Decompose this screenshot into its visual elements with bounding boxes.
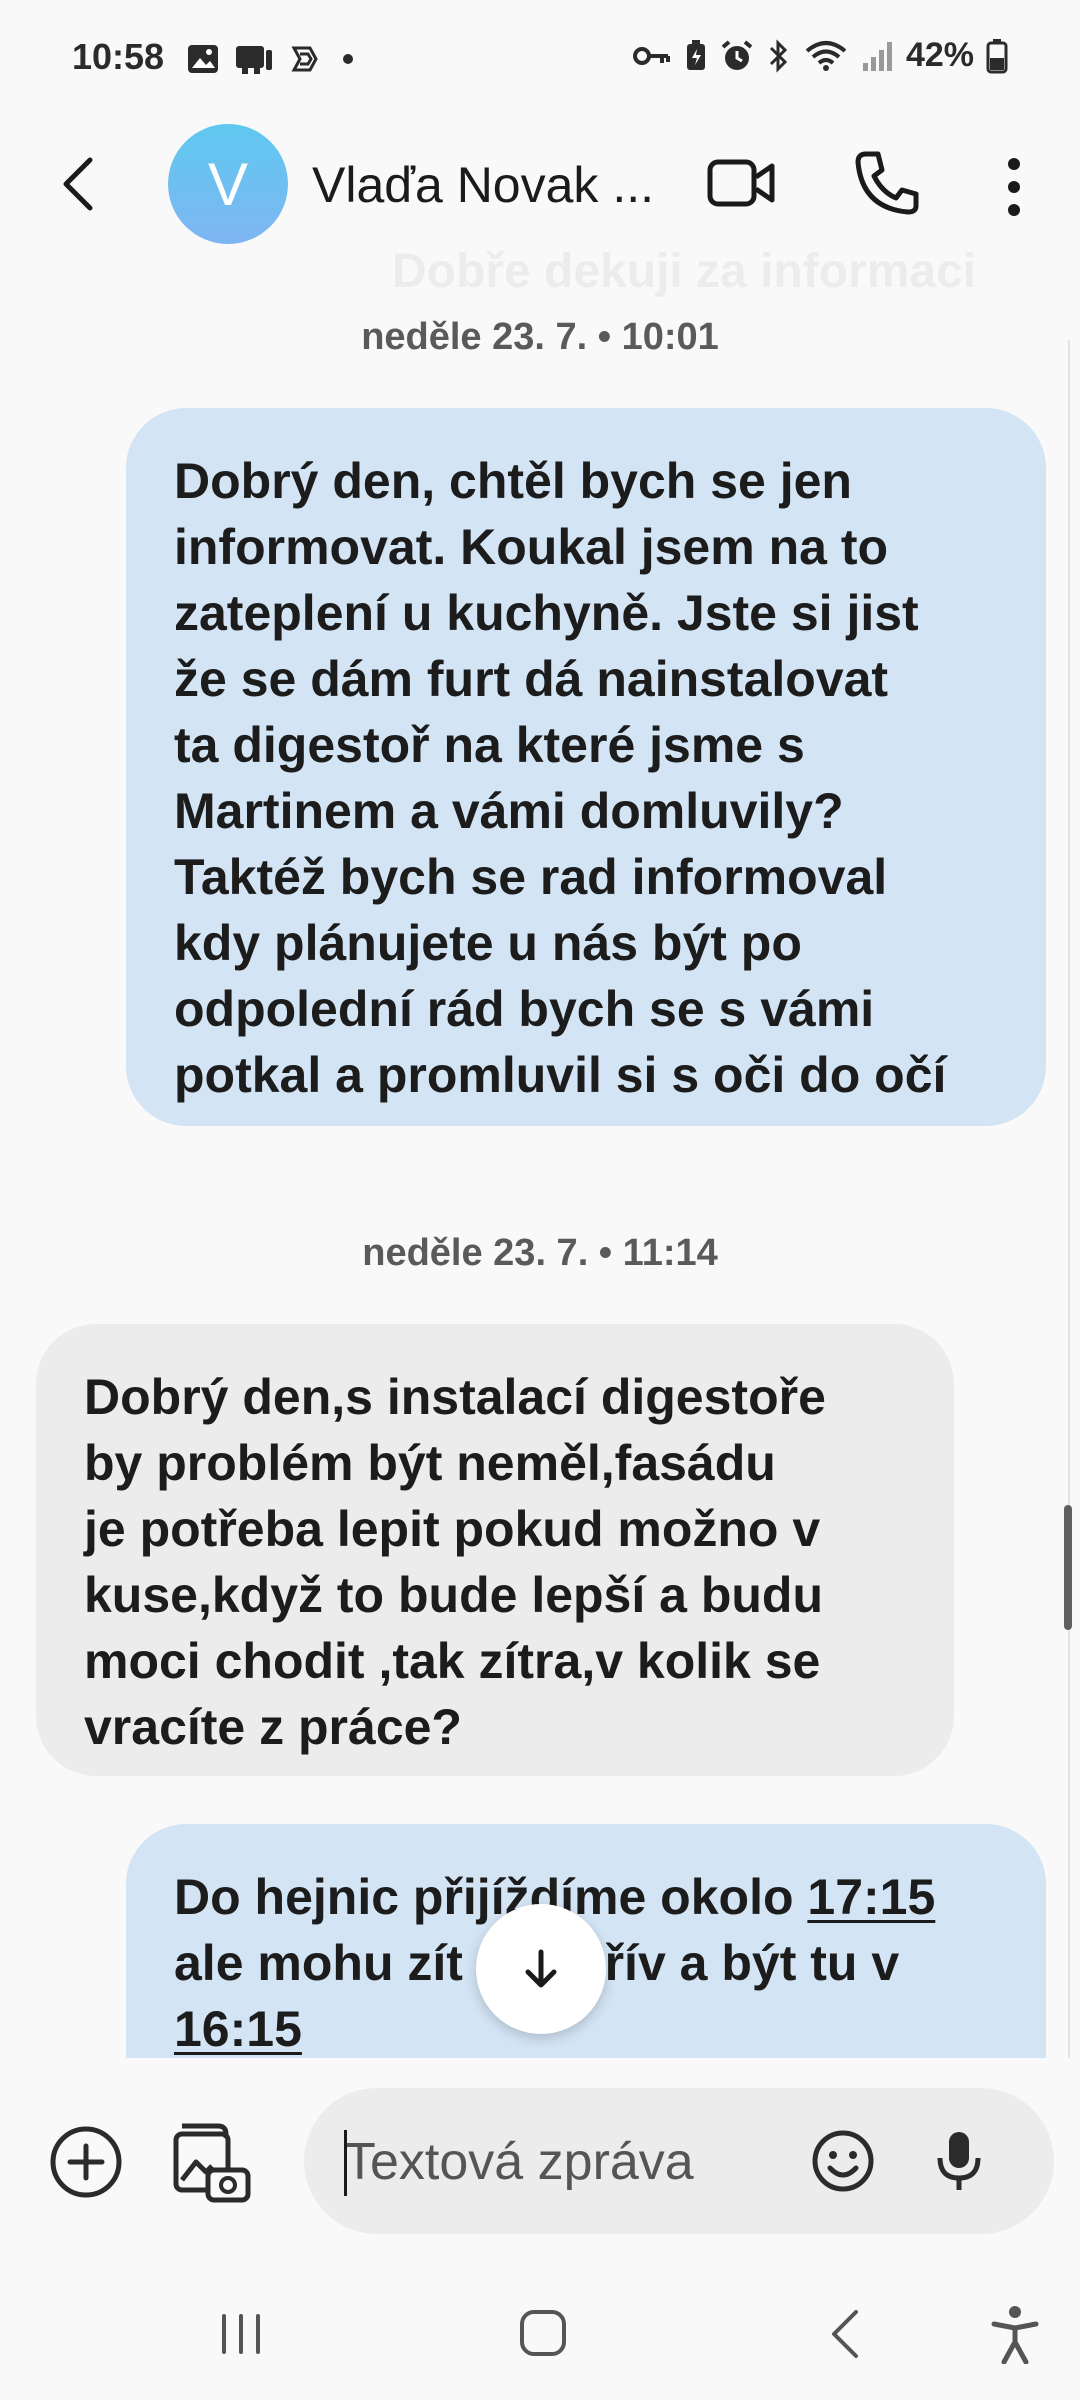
key-icon xyxy=(632,46,670,65)
wifi-icon xyxy=(805,40,847,71)
message-text: Do hejnic přijíždíme okolo xyxy=(174,1869,808,1925)
status-bar: 10:58 42% xyxy=(0,0,1080,120)
contact-avatar[interactable]: V xyxy=(168,124,288,244)
alarm-icon xyxy=(721,39,753,70)
message-line: Dobrý den, chtěl bych se jen xyxy=(174,453,852,509)
conversation-header: Dobře dekuji za informaci V Vlaďa Novak … xyxy=(0,120,1080,298)
header-ghost-text: Dobře dekuji za informaci xyxy=(392,245,977,298)
phone-call-icon[interactable] xyxy=(852,148,922,218)
accessibility-icon[interactable] xyxy=(990,2304,1040,2364)
bluetooth-icon xyxy=(769,38,788,73)
status-time: 10:58 xyxy=(72,36,165,77)
message-line: potkal a promluvil si s oči do očí xyxy=(174,1047,947,1103)
text-cursor xyxy=(344,2130,347,2196)
message-line: že se dám furt dá nainstalovat xyxy=(174,651,889,707)
message-line: kdy plánujete u nás být po xyxy=(174,915,802,971)
sim-icon xyxy=(236,46,272,74)
system-icons: 42% xyxy=(632,36,1008,75)
microphone-icon[interactable] xyxy=(934,2128,984,2194)
home-icon[interactable] xyxy=(518,2308,568,2358)
message-line: vracíte z práce? xyxy=(84,1699,462,1755)
battery-percent: 42% xyxy=(905,36,974,74)
message-line: ta digestoř na které jsme s xyxy=(174,717,805,773)
message-line: Dobrý den,s instalací digestoře xyxy=(84,1369,826,1425)
app-icon xyxy=(291,46,318,72)
scroll-to-bottom-button[interactable] xyxy=(476,1904,606,2034)
dot-icon xyxy=(343,54,353,64)
back-arrow-icon[interactable] xyxy=(50,154,110,214)
avatar-letter: V xyxy=(207,150,249,218)
message-line: Martinem a vámi domluvily? xyxy=(174,783,844,839)
battery-icon xyxy=(986,38,1008,73)
message-input[interactable] xyxy=(344,2124,784,2200)
message-composer xyxy=(0,2058,1080,2268)
scroll-track xyxy=(1068,340,1070,2270)
message-bubble-outgoing[interactable]: Dobrý den, chtěl bych se jen informovat.… xyxy=(126,408,1046,1126)
date-separator: neděle 23. 7. • 10:01 xyxy=(361,316,719,358)
message-line: zateplení u kuchyně. Jste si jist xyxy=(174,585,919,641)
message-input-container[interactable] xyxy=(304,2088,1054,2234)
message-line: Do hejnic přijíždíme okolo 17:15 xyxy=(174,1864,998,1930)
scrollbar-thumb[interactable] xyxy=(1064,1505,1072,1630)
contact-name[interactable]: Vlaďa Novak ... xyxy=(312,156,654,214)
gallery-camera-icon[interactable] xyxy=(172,2118,252,2204)
battery-saver-icon xyxy=(686,39,705,70)
message-line: je potřeba lepit pokud možno v xyxy=(84,1501,821,1557)
message-line: Taktéž bych se rad informoval xyxy=(174,849,888,905)
more-options-icon[interactable] xyxy=(992,152,1036,222)
system-navigation-bar xyxy=(0,2268,1080,2400)
signal-icon xyxy=(862,41,892,71)
emoji-icon[interactable] xyxy=(810,2128,876,2194)
arrow-down-icon xyxy=(525,1949,557,1988)
nav-back-icon[interactable] xyxy=(826,2308,866,2360)
notification-icons xyxy=(186,42,356,76)
add-attachment-icon[interactable] xyxy=(48,2124,124,2200)
message-line: by problém být neměl,fasádu xyxy=(84,1435,776,1491)
message-line: kuse,když to bude lepší a budu xyxy=(84,1567,824,1623)
message-line: informovat. Koukal jsem na to xyxy=(174,519,889,575)
recent-apps-icon[interactable] xyxy=(216,2312,266,2356)
message-line: odpolední rád bych se s vámi xyxy=(174,981,875,1037)
video-call-icon[interactable] xyxy=(706,150,776,216)
message-bubble-incoming[interactable]: Dobrý den,s instalací digestoře by probl… xyxy=(36,1324,954,1776)
gallery-icon xyxy=(188,45,218,73)
message-line: moci chodit ,tak zítra,v kolik se xyxy=(84,1633,821,1689)
time-link[interactable]: 17:15 xyxy=(807,1869,935,1925)
date-separator: neděle 23. 7. • 11:14 xyxy=(362,1232,718,1274)
